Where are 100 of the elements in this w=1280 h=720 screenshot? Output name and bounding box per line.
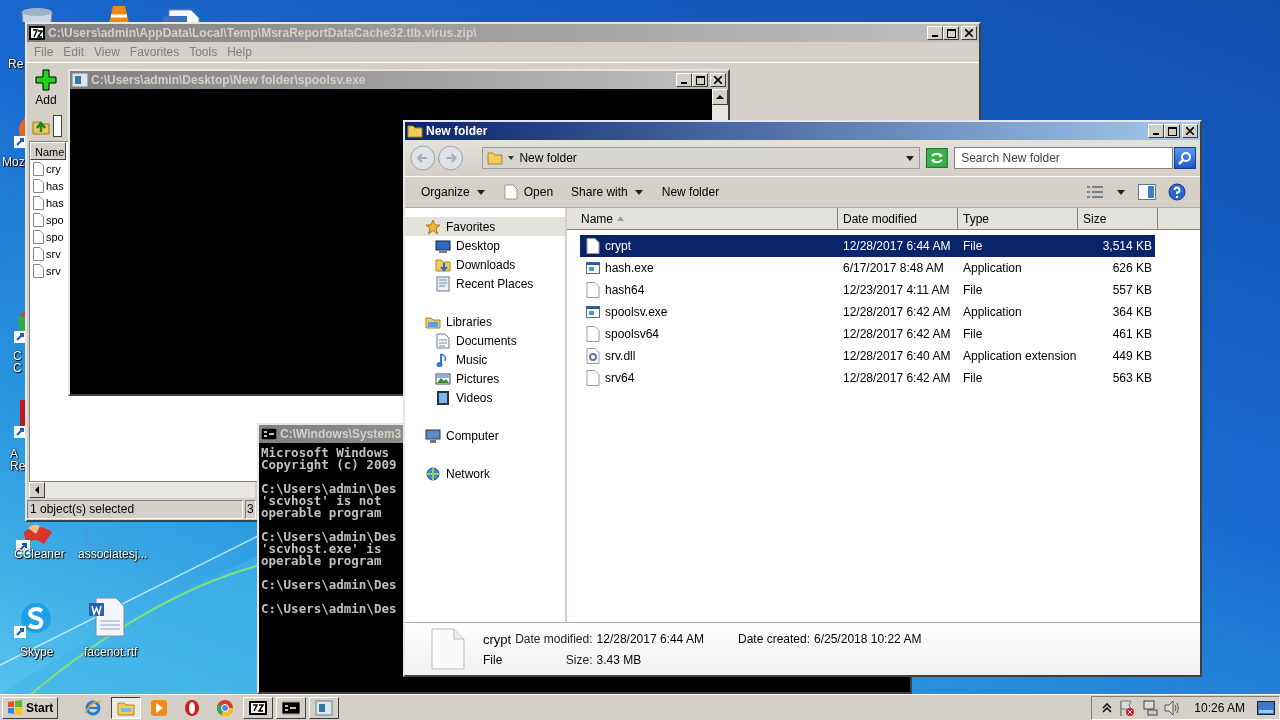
console-line: operable program bbox=[261, 507, 383, 519]
search-field[interactable]: Search New folder bbox=[954, 147, 1174, 169]
maximize-icon bbox=[695, 75, 705, 85]
icon-label: facenot.rtf bbox=[84, 646, 138, 658]
search-button[interactable] bbox=[1174, 147, 1196, 169]
left-arrow-icon[interactable] bbox=[34, 486, 40, 494]
file-row[interactable]: spoolsv64 12/28/2017 6:42 AM File 461 KB bbox=[580, 323, 1155, 345]
console-line: Microsoft Windows bbox=[261, 447, 390, 459]
file-name[interactable]: has bbox=[46, 179, 64, 192]
chat-app-icon[interactable] bbox=[14, 600, 52, 640]
caret-icon[interactable] bbox=[1116, 188, 1126, 196]
file-name[interactable]: spo bbox=[46, 230, 64, 243]
preview-pane-icon[interactable] bbox=[1138, 184, 1156, 200]
nav-item[interactable]: Documents bbox=[405, 331, 565, 350]
play-icon bbox=[150, 698, 169, 717]
detail-label: Date modified: bbox=[515, 632, 593, 646]
organize-button[interactable]: Organize bbox=[413, 182, 494, 202]
nav-item[interactable]: Computer bbox=[405, 426, 565, 445]
date-modified: 12/23/2017 4:11 AM bbox=[842, 283, 951, 297]
file-row[interactable]: srv.dll 12/28/2017 6:40 AM Application extension 449 KB bbox=[580, 345, 1155, 367]
file-icon bbox=[33, 212, 44, 227]
file-name[interactable]: srv bbox=[46, 247, 61, 260]
column-header[interactable]: Type bbox=[958, 208, 1078, 230]
file-size: 626 KB bbox=[1111, 261, 1152, 275]
document-icon[interactable] bbox=[163, 6, 201, 22]
window-title: C:\Users\admin\AppData\Local\Temp\MsraReportDataCache32.tlb.virus.zip\ bbox=[48, 26, 478, 40]
file-row[interactable]: crypt 12/28/2017 6:44 AM File 3,514 KB bbox=[580, 235, 1155, 257]
nav-item[interactable]: Pictures bbox=[405, 369, 565, 388]
close-icon bbox=[965, 29, 973, 37]
vertical-scrollbar[interactable] bbox=[712, 89, 728, 120]
maximize-icon bbox=[1167, 126, 1177, 136]
nav-item[interactable]: Libraries bbox=[405, 312, 565, 331]
minimize-button[interactable] bbox=[1148, 124, 1164, 138]
plus-icon bbox=[35, 69, 57, 91]
nav-item[interactable]: Favorites bbox=[405, 217, 565, 236]
file-size: 3,514 KB bbox=[1101, 239, 1152, 253]
console-line: C:\Users\admin\Des bbox=[261, 579, 398, 591]
command-prompt-icon bbox=[261, 428, 277, 440]
close-button[interactable] bbox=[1182, 124, 1198, 138]
open-button[interactable]: Open bbox=[495, 181, 562, 203]
path-field[interactable] bbox=[53, 115, 62, 137]
file-icon bbox=[586, 238, 600, 254]
clock[interactable]: 10:26 AM bbox=[1188, 700, 1251, 715]
caret-icon[interactable] bbox=[905, 154, 916, 162]
add-button[interactable]: Add bbox=[31, 67, 61, 109]
file-type: Application bbox=[962, 305, 1023, 319]
caret-icon[interactable] bbox=[507, 154, 516, 162]
file-size: 364 KB bbox=[1111, 305, 1152, 319]
taskbar-button[interactable] bbox=[111, 696, 142, 719]
icon-label: Moz bbox=[2, 156, 25, 168]
icon-label: C bbox=[13, 350, 22, 362]
file-name[interactable]: srv bbox=[46, 264, 61, 277]
nav-item[interactable]: Music bbox=[405, 350, 565, 369]
nav-item[interactable]: Downloads bbox=[405, 255, 565, 274]
start-button[interactable]: Start bbox=[2, 696, 59, 719]
word-document-icon[interactable] bbox=[88, 597, 126, 637]
nav-item[interactable]: Desktop bbox=[405, 236, 565, 255]
column-header[interactable]: Name bbox=[30, 142, 66, 160]
file-name[interactable]: cry bbox=[46, 162, 61, 175]
up-arrow-icon[interactable] bbox=[716, 94, 724, 100]
nav-item[interactable]: Network bbox=[405, 464, 565, 483]
file-size: 557 KB bbox=[1111, 283, 1152, 297]
network-icon[interactable] bbox=[1142, 699, 1159, 716]
file-name[interactable]: spo bbox=[46, 213, 64, 226]
file-name: hash64 bbox=[605, 283, 645, 297]
file-row[interactable]: spoolsv.exe 12/28/2017 6:42 AM Application 364 KB bbox=[580, 301, 1155, 323]
file-icon bbox=[503, 184, 518, 200]
share-button[interactable]: Share with bbox=[563, 182, 652, 202]
refresh-icon[interactable] bbox=[926, 148, 949, 168]
column-header[interactable]: Date modified bbox=[838, 208, 958, 230]
search-icon bbox=[1178, 151, 1193, 165]
console-line: 'scvhost' is not bbox=[261, 495, 382, 507]
file-name[interactable]: has bbox=[46, 196, 64, 209]
nav-item[interactable]: Recent Places bbox=[405, 274, 565, 293]
maximize-button[interactable] bbox=[1164, 124, 1180, 138]
folder-icon bbox=[487, 150, 504, 166]
settings-file-icon bbox=[586, 348, 600, 364]
nav-item[interactable]: Videos bbox=[405, 388, 565, 407]
picture-icon bbox=[435, 370, 451, 387]
help-icon[interactable] bbox=[1168, 183, 1186, 201]
horizontal-scrollbar[interactable] bbox=[29, 482, 255, 498]
icon-label: A bbox=[10, 448, 19, 460]
date-modified: 12/28/2017 6:44 AM bbox=[842, 239, 952, 253]
web-browser-icon bbox=[84, 698, 103, 717]
file-name: crypt bbox=[605, 239, 631, 253]
date-modified: 12/28/2017 6:40 AM bbox=[842, 349, 952, 363]
console-line: 'scvhost.exe' is bbox=[261, 543, 382, 555]
column-header[interactable]: Name bbox=[567, 208, 838, 230]
column-header[interactable]: Size bbox=[1078, 208, 1158, 230]
file-row[interactable]: hash64 12/23/2017 4:11 AM File 557 KB bbox=[580, 279, 1155, 301]
icon-label: C bbox=[13, 362, 22, 374]
file-row[interactable]: hash.exe 6/17/2017 8:48 AM Application 626 KB bbox=[580, 257, 1155, 279]
file-row[interactable]: srv64 12/28/2017 6:42 AM File 563 KB bbox=[580, 367, 1155, 389]
address-bar[interactable]: New folder bbox=[482, 147, 921, 169]
show-hidden-icons-icon[interactable] bbox=[1102, 702, 1113, 713]
file-type: File bbox=[483, 652, 504, 667]
view-list-icon[interactable] bbox=[1086, 185, 1104, 199]
new-folder-button[interactable]: New folder bbox=[653, 182, 728, 202]
show-desktop-icon[interactable] bbox=[1257, 700, 1275, 715]
flag-icon[interactable] bbox=[1118, 698, 1137, 717]
